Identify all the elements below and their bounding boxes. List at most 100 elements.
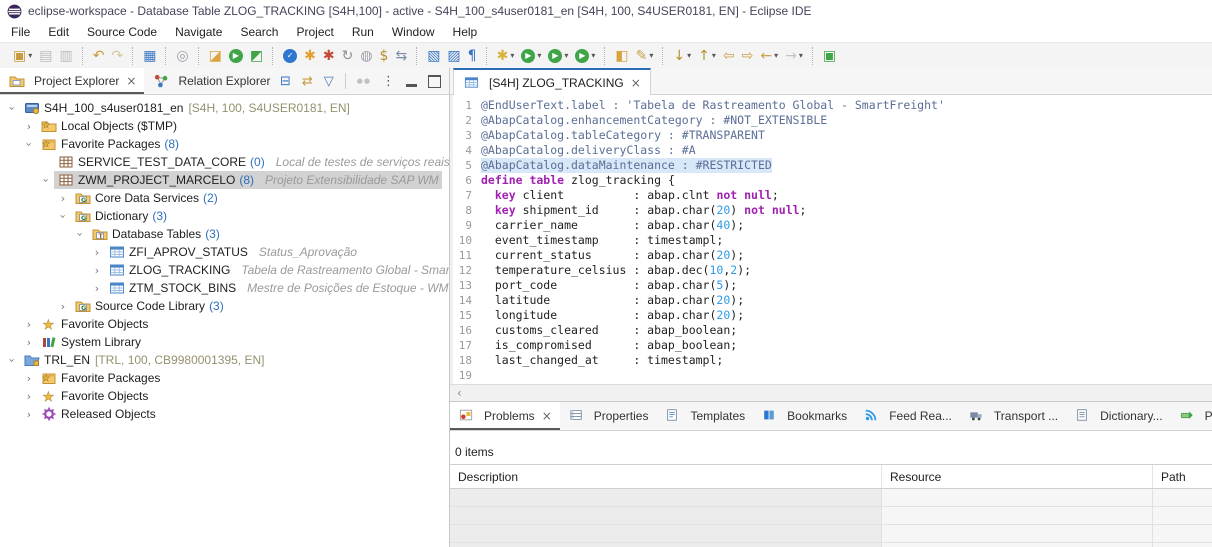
tab-properties[interactable]: Properties bbox=[560, 402, 657, 430]
menu-search[interactable]: Search bbox=[231, 23, 287, 41]
new-wizard-button[interactable]: ▣ ▾ bbox=[10, 45, 35, 67]
tab-progress[interactable]: Progress bbox=[1171, 402, 1212, 430]
collapse-all-button[interactable]: ⊟ bbox=[280, 75, 291, 88]
lock-object-button[interactable]: ◍ bbox=[357, 45, 375, 67]
tab-dictionary[interactable]: Dictionary... bbox=[1066, 402, 1170, 430]
transport-organizer-button[interactable]: $ bbox=[377, 45, 392, 67]
code-line-7[interactable]: 7 key client : abap.clnt not null; bbox=[450, 188, 1212, 203]
code-line-3[interactable]: 3 @AbapCatalog.tableCategory : #TRANSPARE… bbox=[450, 128, 1212, 143]
code-line-19[interactable]: 19 bbox=[450, 368, 1212, 383]
tab-feed-rea[interactable]: Feed Rea... bbox=[855, 402, 960, 430]
undo-button[interactable]: ↶ bbox=[90, 45, 108, 67]
close-tab-icon[interactable]: × bbox=[542, 409, 552, 423]
focus-on-active-task-button[interactable]: ●● bbox=[357, 77, 371, 85]
menu-source-code[interactable]: Source Code bbox=[78, 23, 166, 41]
menu-file[interactable]: File bbox=[2, 23, 39, 41]
tree-item-service-test-data-core[interactable]: SERVICE_TEST_DATA_CORE (0) Local de testes… bbox=[0, 153, 449, 171]
tab-project-explorer[interactable]: Project Explorer × bbox=[0, 68, 145, 94]
code-line-15[interactable]: 15 longitude : abap.char(20); bbox=[450, 308, 1212, 323]
code-line-17[interactable]: 17 is_compromised : abap_boolean; bbox=[450, 338, 1212, 353]
expander-open-icon[interactable]: › bbox=[57, 208, 70, 224]
tree-item-database-tables[interactable]: › T Database Tables (3) bbox=[0, 225, 449, 243]
column-header-path[interactable]: Path bbox=[1153, 465, 1212, 488]
menu-window[interactable]: Window bbox=[383, 23, 444, 41]
open-declaration-button[interactable]: ▧ bbox=[424, 45, 443, 67]
code-editor[interactable]: 1 @EndUserText.label : 'Tabela de Rastrea… bbox=[450, 95, 1212, 384]
maximize-icon[interactable] bbox=[428, 74, 441, 88]
tree-item-released-objects[interactable]: › Released Objects bbox=[0, 405, 449, 423]
tab-problems[interactable]: Problems × bbox=[450, 402, 560, 430]
tab-s4h-zlog-tracking[interactable]: [S4H] ZLOG_TRACKING × bbox=[453, 68, 651, 95]
open-sql-console-button[interactable]: ▦ bbox=[140, 45, 159, 67]
expander-closed-icon[interactable]: › bbox=[21, 318, 37, 331]
expander-open-icon[interactable]: › bbox=[6, 100, 19, 116]
next-annotation-button[interactable]: ↓ ▾ bbox=[670, 45, 694, 67]
menu-help[interactable]: Help bbox=[444, 23, 487, 41]
editor-horizontal-scrollbar[interactable]: ‹ bbox=[450, 384, 1212, 401]
refresh-button[interactable]: ↻ bbox=[339, 45, 357, 67]
menu-navigate[interactable]: Navigate bbox=[166, 23, 231, 41]
tree-item-system-library[interactable]: › System Library bbox=[0, 333, 449, 351]
save-all-button[interactable]: ▥ bbox=[56, 45, 75, 67]
tab-transport[interactable]: Transport ... bbox=[960, 402, 1066, 430]
expander-closed-icon[interactable]: › bbox=[55, 192, 71, 205]
code-line-10[interactable]: 10 event_timestamp : timestampl; bbox=[450, 233, 1212, 248]
code-line-16[interactable]: 16 customs_cleared : abap_boolean; bbox=[450, 323, 1212, 338]
code-line-1[interactable]: 1 @EndUserText.label : 'Tabela de Rastrea… bbox=[450, 98, 1212, 113]
link-with-editor-button[interactable]: ⇄ bbox=[302, 75, 313, 88]
open-abap-object-button[interactable]: ◪ bbox=[206, 45, 225, 67]
run-button[interactable]: ▶ ▾ bbox=[518, 45, 544, 67]
tab-bookmarks[interactable]: Bookmarks bbox=[753, 402, 855, 430]
filter-button[interactable]: ▽ bbox=[324, 75, 334, 88]
tree-item-favorite-objects[interactable]: › ★ Favorite Objects bbox=[0, 315, 449, 333]
code-line-18[interactable]: 18 last_changed_at : timestampl; bbox=[450, 353, 1212, 368]
tree-item-s4h-100-s4user0181-en[interactable]: › S4H_100_s4user0181_en [S4H, 100, S4USER0… bbox=[0, 99, 449, 117]
expander-open-icon[interactable]: › bbox=[40, 172, 53, 188]
toggle-whitespace-button[interactable]: ¶ bbox=[465, 45, 480, 67]
code-line-8[interactable]: 8 key shipment_id : abap.char(20) not nu… bbox=[450, 203, 1212, 218]
expander-closed-icon[interactable]: › bbox=[21, 120, 37, 133]
mass-activation-button[interactable]: ✱ bbox=[320, 45, 338, 67]
code-line-14[interactable]: 14 latitude : abap.char(20); bbox=[450, 293, 1212, 308]
coverage-button[interactable]: ▶ ▾ bbox=[572, 45, 598, 67]
tree-item-dictionary[interactable]: › G Dictionary (3) bbox=[0, 207, 449, 225]
previous-annotation-button[interactable]: ↑ ▾ bbox=[695, 45, 719, 67]
expander-closed-icon[interactable]: › bbox=[21, 390, 37, 403]
forward-history-button[interactable]: ⇨ bbox=[739, 45, 757, 67]
back-history-button[interactable]: ⇦ bbox=[720, 45, 738, 67]
expander-closed-icon[interactable]: › bbox=[89, 246, 105, 259]
tree-item-favorite-packages[interactable]: › ★ Favorite Packages bbox=[0, 369, 449, 387]
pin-editor-button[interactable]: ◎ bbox=[173, 45, 191, 67]
scroll-left-arrow-icon[interactable]: ‹ bbox=[450, 386, 462, 400]
project-explorer-tree[interactable]: › S4H_100_s4user0181_en [S4H, 100, S4USER0… bbox=[0, 95, 450, 547]
column-header-description[interactable]: Description bbox=[450, 465, 882, 488]
tree-item-local-objects-tmp[interactable]: › ★ Local Objects ($TMP) bbox=[0, 117, 449, 135]
menu-run[interactable]: Run bbox=[343, 23, 383, 41]
run-history-button[interactable]: ▶ ▾ bbox=[545, 45, 571, 67]
code-line-12[interactable]: 12 temperature_celsius : abap.dec(10,2); bbox=[450, 263, 1212, 278]
tree-item-zfi-aprov-status[interactable]: › ZFI_APROV_STATUS Status_Aprovação bbox=[0, 243, 449, 261]
show-documentation-button[interactable]: ▨ bbox=[444, 45, 463, 67]
tree-item-ztm-stock-bins[interactable]: › ZTM_STOCK_BINS Mestre de Posições de Est… bbox=[0, 279, 449, 297]
column-header-resource[interactable]: Resource bbox=[882, 465, 1153, 488]
minimize-icon[interactable] bbox=[406, 76, 417, 87]
tab-relation-explorer[interactable]: Relation Explorer bbox=[144, 68, 278, 94]
expander-closed-icon[interactable]: › bbox=[21, 372, 37, 385]
view-menu-button[interactable]: ⋮ bbox=[382, 75, 395, 88]
check-abap-object-button[interactable]: ✓ bbox=[280, 45, 300, 67]
save-button[interactable]: ▤ bbox=[36, 45, 55, 67]
code-line-13[interactable]: 13 port_code : abap.char(5); bbox=[450, 278, 1212, 293]
expander-open-icon[interactable]: › bbox=[74, 226, 87, 242]
expander-closed-icon[interactable]: › bbox=[21, 408, 37, 421]
expander-closed-icon[interactable]: › bbox=[89, 282, 105, 295]
code-line-4[interactable]: 4 @AbapCatalog.deliveryClass : #A bbox=[450, 143, 1212, 158]
annotate-button[interactable]: ✎ ▾ bbox=[633, 45, 657, 67]
forward-button[interactable]: → ▾ bbox=[782, 45, 806, 67]
tree-item-source-code-library[interactable]: › G Source Code Library (3) bbox=[0, 297, 449, 315]
debug-spark-button[interactable]: ✱ bbox=[301, 45, 319, 67]
code-line-11[interactable]: 11 current_status : abap.char(20); bbox=[450, 248, 1212, 263]
code-line-9[interactable]: 9 carrier_name : abap.char(40); bbox=[450, 218, 1212, 233]
expander-open-icon[interactable]: › bbox=[23, 136, 36, 152]
activate-multiple-button[interactable]: ◩ bbox=[247, 45, 266, 67]
expander-closed-icon[interactable]: › bbox=[55, 300, 71, 313]
